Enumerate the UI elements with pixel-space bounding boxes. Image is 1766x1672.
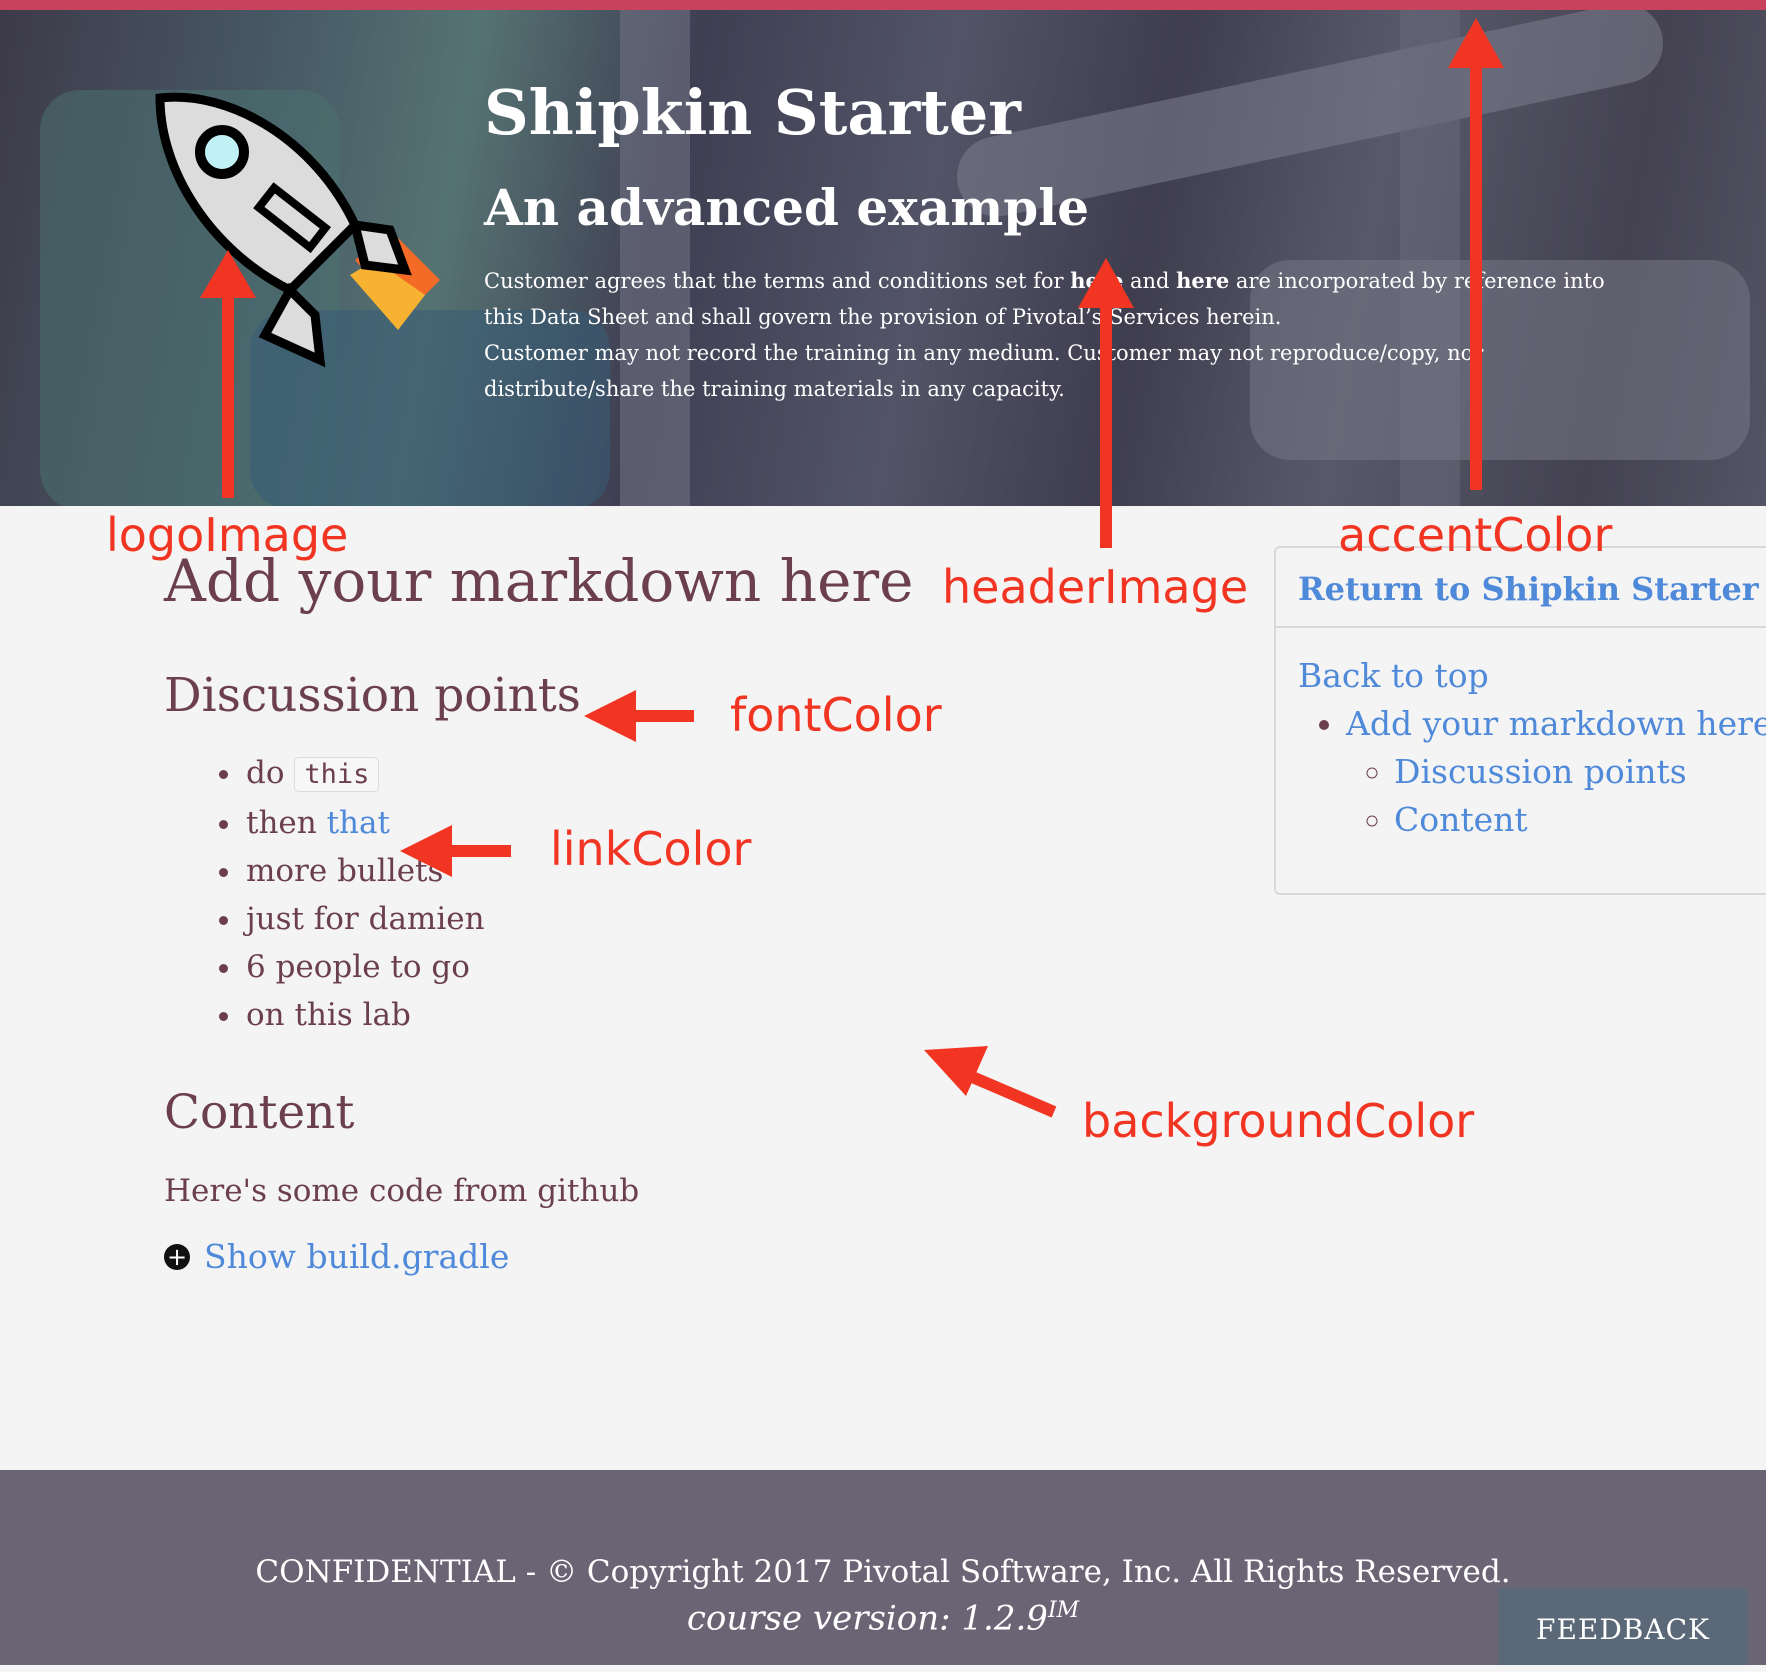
annotation-header-image: headerImage (942, 560, 1249, 614)
version-superscript: IM (1047, 1598, 1080, 1623)
rocket-icon (155, 92, 440, 368)
content-text: Here's some code from github (164, 1173, 640, 1210)
site-subtitle: An advanced example (484, 178, 1090, 238)
toc-item: Add your markdown here Discussion points… (1346, 700, 1766, 844)
show-code-toggle[interactable]: + Show build.gradle (164, 1237, 1164, 1276)
main-content: Add your markdown here Discussion points… (164, 549, 1164, 1276)
discussion-list: do this then that more bullets just for … (164, 749, 1164, 1039)
plus-circle-icon[interactable]: + (164, 1243, 190, 1270)
list-item: 6 people to go (244, 943, 1164, 991)
table-of-contents: Return to Shipkin Starter Back to top Ad… (1274, 546, 1766, 895)
annotation-font-color: fontColor (730, 688, 942, 742)
annotation-logo-image: logoImage (106, 508, 349, 562)
list-item: just for damien (244, 895, 1164, 943)
inline-code: this (294, 757, 380, 793)
site-title: Shipkin Starter (484, 76, 1021, 149)
disclaimer-text: and (1123, 269, 1177, 294)
disclaimer: Customer agrees that the terms and condi… (484, 263, 1634, 407)
back-to-top-link[interactable]: Back to top (1298, 656, 1489, 695)
toc-link-markdown[interactable]: Add your markdown here (1346, 704, 1766, 743)
list-item-text: then (246, 805, 317, 842)
version-label: course version: 1.2.9 (686, 1598, 1048, 1639)
feedback-button[interactable]: FEEDBACK (1498, 1588, 1748, 1665)
return-link[interactable]: Return to Shipkin Starter (1298, 570, 1759, 608)
list-item: do this (244, 749, 1164, 799)
list-item-text: do (246, 755, 285, 792)
discussion-heading: Discussion points (164, 667, 581, 723)
toc-link-discussion[interactable]: Discussion points (1394, 752, 1687, 791)
annotation-background-color: backgroundColor (1082, 1094, 1475, 1148)
accent-bar (0, 0, 1766, 10)
annotation-link-color: linkColor (550, 822, 752, 876)
disclaimer-text-line2: Customer may not record the training in … (484, 341, 1484, 402)
disclaimer-text: Customer agrees that the terms and condi… (484, 269, 1064, 294)
toc-item: Content (1394, 796, 1766, 844)
show-build-gradle-link[interactable]: Show build.gradle (204, 1237, 509, 1276)
annotation-accent-color: accentColor (1338, 508, 1613, 562)
terms-link-1[interactable]: here (1070, 268, 1123, 293)
list-item: on this lab (244, 991, 1164, 1039)
header-banner: Shipkin Starter An advanced example Cust… (0, 10, 1766, 506)
toc-link-content[interactable]: Content (1394, 800, 1528, 839)
content-heading: Content (164, 1085, 355, 1141)
that-link[interactable]: that (327, 805, 390, 841)
copyright-text: CONFIDENTIAL - © Copyright 2017 Pivotal … (255, 1554, 1511, 1590)
toc-item: Discussion points (1394, 748, 1766, 796)
terms-link-2[interactable]: here (1176, 268, 1229, 293)
